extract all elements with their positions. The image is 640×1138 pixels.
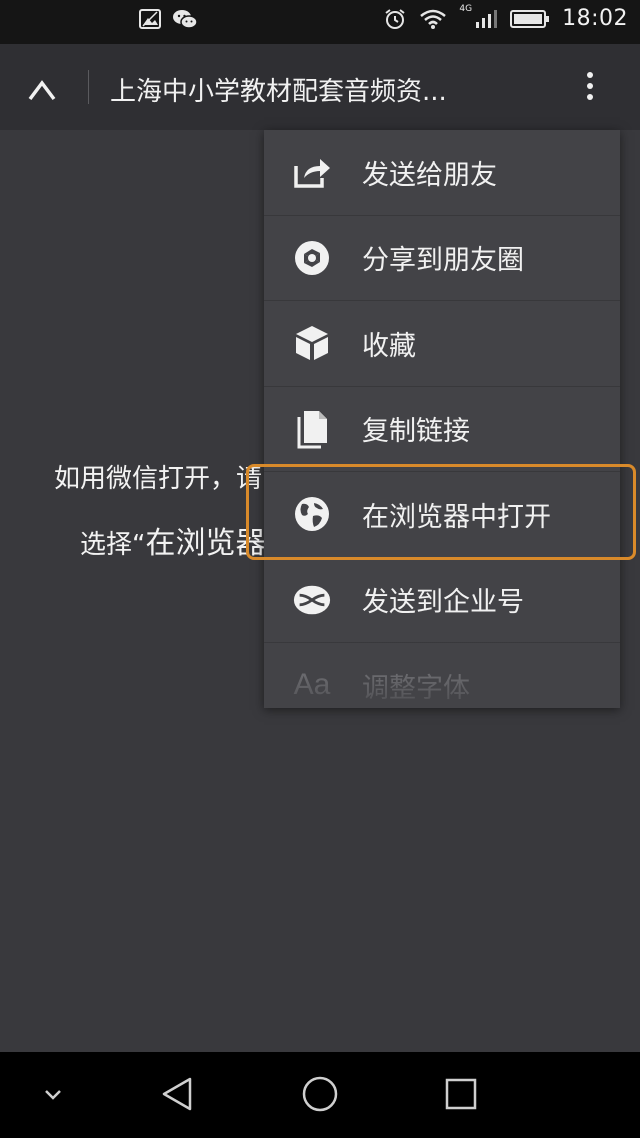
alarm-icon: [383, 7, 407, 31]
status-bar: 4G 18:02: [0, 0, 640, 44]
menu-item-label: 分享到朋友圈: [362, 245, 524, 277]
network-type: 4G: [459, 3, 473, 14]
page-title: 上海中小学教材配套音频资...: [110, 77, 447, 107]
back-button[interactable]: [152, 1072, 202, 1120]
menu-item-adjust-font[interactable]: Aa 调整字体: [264, 643, 620, 708]
close-icon: [27, 75, 57, 105]
back-icon: [160, 1076, 194, 1116]
hide-nav-button[interactable]: [28, 1072, 78, 1120]
battery-icon: [510, 8, 550, 30]
menu-item-favorite[interactable]: 收藏: [264, 301, 620, 387]
wechat-icon: [172, 8, 198, 30]
recents-icon: [444, 1077, 478, 1115]
home-button[interactable]: [295, 1072, 345, 1120]
menu-item-send-to-enterprise[interactable]: 发送到企业号: [264, 558, 620, 643]
menu-item-label: 发送到企业号: [362, 587, 524, 619]
menu-item-label: 调整字体: [362, 672, 470, 704]
hide-nav-icon: [43, 1087, 63, 1106]
copy-link-icon: [292, 409, 332, 449]
enterprise-icon: [292, 580, 332, 620]
menu-item-copy-link[interactable]: 复制链接: [264, 387, 620, 472]
header-divider: [88, 70, 89, 104]
highlight-box: [246, 464, 636, 560]
signal-icon: [474, 8, 498, 30]
instruction-prefix: 选择“: [80, 530, 146, 560]
font-size-icon-text: Aa: [293, 668, 331, 702]
menu-item-send-to-friend[interactable]: 发送给朋友: [264, 130, 620, 216]
home-icon: [301, 1075, 339, 1117]
share-icon: [292, 152, 332, 192]
favorite-cube-icon: [292, 323, 332, 363]
status-right: 4G 18:02: [383, 3, 628, 31]
menu-item-share-moments[interactable]: 分享到朋友圈: [264, 216, 620, 301]
menu-item-label: 复制链接: [362, 416, 470, 448]
instruction-line-1: 如用微信打开，请: [54, 464, 263, 494]
more-vertical-icon: [585, 71, 595, 105]
status-left: [138, 8, 198, 30]
app-header: 上海中小学教材配套音频资...: [0, 44, 640, 130]
status-time: 18:02: [562, 6, 628, 31]
gallery-icon: [138, 8, 162, 30]
options-menu: 发送给朋友 分享到朋友圈 收藏 复制链接 在浏览器中打开 发送到企业号 Aa 调…: [264, 130, 620, 708]
wifi-icon: [419, 8, 447, 30]
menu-item-label: 发送给朋友: [362, 159, 497, 191]
moments-icon: [292, 238, 332, 278]
navigation-bar: [0, 1052, 640, 1138]
recents-button[interactable]: [436, 1072, 486, 1120]
menu-item-label: 收藏: [362, 330, 416, 362]
close-button[interactable]: [20, 70, 64, 110]
more-options-button[interactable]: [570, 68, 610, 108]
instruction-line-2: 选择“在浏览器: [80, 518, 265, 562]
font-size-icon: Aa: [292, 665, 332, 705]
